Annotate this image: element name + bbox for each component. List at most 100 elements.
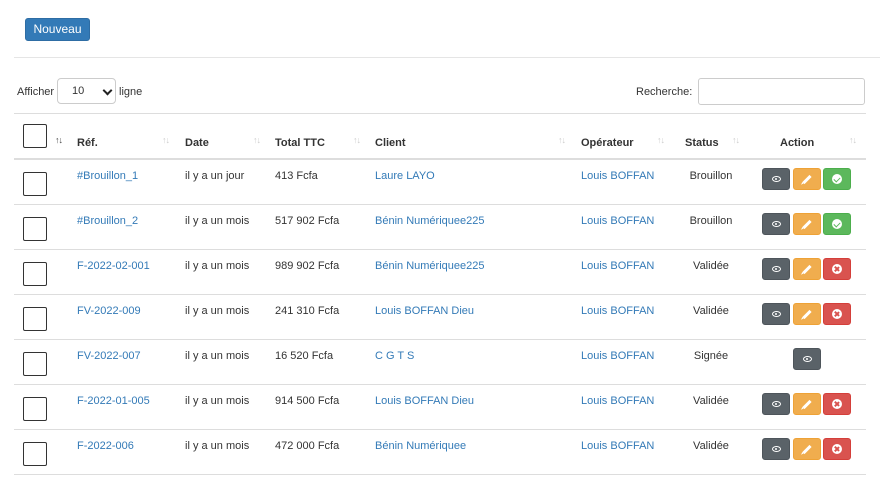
table-header: ↑↓ Réf. ↑↓ Date ↑↓ Total TTC ↑↓ Client ↑… bbox=[14, 113, 866, 160]
row-checkbox[interactable] bbox=[23, 442, 47, 466]
operator-link[interactable]: Louis BOFFAN bbox=[581, 260, 654, 272]
row-checkbox[interactable] bbox=[23, 172, 47, 196]
date-cell: il y a un jour bbox=[185, 170, 245, 182]
pencil-icon bbox=[802, 219, 812, 229]
view-button[interactable] bbox=[793, 348, 821, 370]
sort-icon[interactable]: ↑↓ bbox=[849, 135, 857, 145]
edit-button[interactable] bbox=[793, 168, 821, 190]
sort-icon[interactable]: ↑↓ bbox=[253, 135, 261, 145]
date-cell: il y a un mois bbox=[185, 350, 250, 362]
row-checkbox[interactable] bbox=[23, 217, 47, 241]
row-checkbox[interactable] bbox=[23, 262, 47, 286]
row-checkbox[interactable] bbox=[23, 397, 47, 421]
x-circle-icon bbox=[832, 264, 842, 274]
table-row: F-2022-01-005 il y a un mois 914 500 Fcf… bbox=[14, 385, 866, 430]
header-client[interactable]: Client bbox=[375, 137, 406, 149]
sort-icon[interactable]: ↑↓ bbox=[353, 135, 361, 145]
validate-button[interactable] bbox=[823, 213, 851, 235]
header-date[interactable]: Date bbox=[185, 137, 209, 149]
row-checkbox[interactable] bbox=[23, 352, 47, 376]
operator-link[interactable]: Louis BOFFAN bbox=[581, 395, 654, 407]
header-operator[interactable]: Opérateur bbox=[581, 137, 634, 149]
view-button[interactable] bbox=[762, 213, 790, 235]
operator-link[interactable]: Louis BOFFAN bbox=[581, 215, 654, 227]
eye-icon bbox=[771, 311, 781, 317]
sort-icon[interactable]: ↑↓ bbox=[162, 135, 170, 145]
date-cell: il y a un mois bbox=[185, 395, 250, 407]
length-select[interactable]: 10 bbox=[57, 78, 116, 104]
edit-button[interactable] bbox=[793, 213, 821, 235]
length-select-value: 10 bbox=[72, 85, 85, 97]
status-cell: Validée bbox=[693, 440, 729, 452]
total-cell: 472 000 Fcfa bbox=[275, 440, 340, 452]
validate-button[interactable] bbox=[823, 168, 851, 190]
eye-icon bbox=[771, 176, 781, 182]
client-link[interactable]: Bénin Numériquee bbox=[375, 440, 466, 452]
sort-icon[interactable]: ↑↓ bbox=[732, 135, 740, 145]
divider bbox=[14, 57, 880, 58]
total-cell: 413 Fcfa bbox=[275, 170, 318, 182]
ref-link[interactable]: F-2022-01-005 bbox=[77, 395, 150, 407]
status-cell: Signée bbox=[693, 350, 729, 362]
cancel-button[interactable] bbox=[823, 393, 851, 415]
ref-link[interactable]: FV-2022-007 bbox=[77, 350, 141, 362]
eye-icon bbox=[771, 401, 781, 407]
date-cell: il y a un mois bbox=[185, 215, 250, 227]
cancel-button[interactable] bbox=[823, 303, 851, 325]
header-action[interactable]: Action bbox=[780, 137, 814, 149]
select-all-checkbox[interactable] bbox=[23, 124, 47, 148]
view-button[interactable] bbox=[762, 258, 790, 280]
eye-icon bbox=[771, 221, 781, 227]
view-button[interactable] bbox=[762, 303, 790, 325]
view-button[interactable] bbox=[762, 168, 790, 190]
cancel-button[interactable] bbox=[823, 258, 851, 280]
status-cell: Brouillon bbox=[689, 215, 733, 227]
view-button[interactable] bbox=[762, 393, 790, 415]
ref-link[interactable]: FV-2022-009 bbox=[77, 305, 141, 317]
length-suffix: ligne bbox=[119, 86, 143, 98]
edit-button[interactable] bbox=[793, 258, 821, 280]
pencil-icon bbox=[802, 174, 812, 184]
sort-icon[interactable]: ↑↓ bbox=[55, 135, 63, 145]
client-link[interactable]: Bénin Numériquee225 bbox=[375, 215, 484, 227]
ref-link[interactable]: #Brouillon_1 bbox=[77, 170, 138, 182]
date-cell: il y a un mois bbox=[185, 305, 250, 317]
date-cell: il y a un mois bbox=[185, 440, 250, 452]
eye-icon bbox=[771, 266, 781, 272]
table-row: FV-2022-009 il y a un mois 241 310 Fcfa … bbox=[14, 295, 866, 340]
edit-button[interactable] bbox=[793, 438, 821, 460]
client-link[interactable]: Laure LAYO bbox=[375, 170, 435, 182]
ref-link[interactable]: F-2022-006 bbox=[77, 440, 134, 452]
edit-button[interactable] bbox=[793, 393, 821, 415]
operator-link[interactable]: Louis BOFFAN bbox=[581, 305, 654, 317]
view-button[interactable] bbox=[762, 438, 790, 460]
client-link[interactable]: Louis BOFFAN Dieu bbox=[375, 395, 474, 407]
cancel-button[interactable] bbox=[823, 438, 851, 460]
edit-button[interactable] bbox=[793, 303, 821, 325]
length-label: Afficher bbox=[17, 86, 55, 98]
header-total[interactable]: Total TTC bbox=[275, 137, 325, 149]
search-label: Recherche: bbox=[636, 86, 693, 98]
new-button[interactable]: Nouveau bbox=[25, 18, 90, 41]
operator-link[interactable]: Louis BOFFAN bbox=[581, 350, 654, 362]
client-link[interactable]: Louis BOFFAN Dieu bbox=[375, 305, 474, 317]
header-ref[interactable]: Réf. bbox=[77, 137, 98, 149]
sort-icon[interactable]: ↑↓ bbox=[657, 135, 665, 145]
pencil-icon bbox=[802, 399, 812, 409]
row-checkbox[interactable] bbox=[23, 307, 47, 331]
search-input[interactable] bbox=[698, 78, 865, 105]
pencil-icon bbox=[802, 444, 812, 454]
table-row: F-2022-006 il y a un mois 472 000 Fcfa B… bbox=[14, 430, 866, 475]
ref-link[interactable]: F-2022-02-001 bbox=[77, 260, 150, 272]
client-link[interactable]: C G T S bbox=[375, 350, 414, 362]
sort-icon[interactable]: ↑↓ bbox=[558, 135, 566, 145]
total-cell: 517 902 Fcfa bbox=[275, 215, 340, 227]
pencil-icon bbox=[802, 309, 812, 319]
table-row: #Brouillon_1 il y a un jour 413 Fcfa Lau… bbox=[14, 160, 866, 205]
operator-link[interactable]: Louis BOFFAN bbox=[581, 170, 654, 182]
client-link[interactable]: Bénin Numériquee225 bbox=[375, 260, 484, 272]
header-status[interactable]: Status bbox=[685, 137, 719, 149]
status-cell: Validée bbox=[693, 305, 729, 317]
ref-link[interactable]: #Brouillon_2 bbox=[77, 215, 138, 227]
operator-link[interactable]: Louis BOFFAN bbox=[581, 440, 654, 452]
